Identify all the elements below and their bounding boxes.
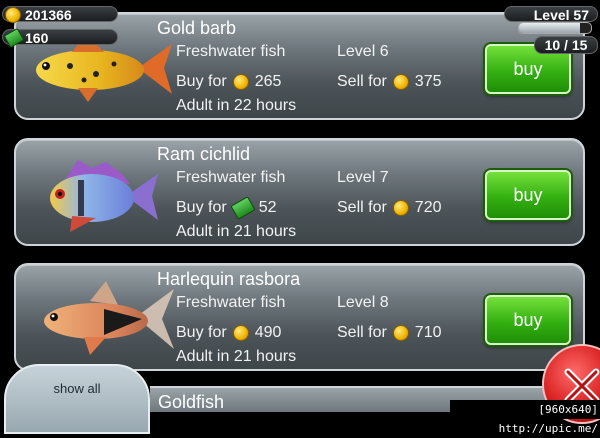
fish-card-ram-cichlid: Ram cichlid Freshwater fish Level 7 Buy … xyxy=(14,138,585,246)
coin-icon xyxy=(392,200,409,216)
buy-price: 490 xyxy=(254,324,282,341)
coin-icon xyxy=(5,7,21,23)
fish-level: Level 7 xyxy=(337,169,389,186)
sell-label: Sell for xyxy=(337,73,387,90)
sell-price-row: Sell for 710 xyxy=(337,324,442,342)
buy-price-row: Buy for 490 xyxy=(176,324,281,342)
fish-name: Gold barb xyxy=(157,18,237,38)
fish-name: Ram cichlid xyxy=(157,144,251,164)
fish-count-progress: 10 / 15 xyxy=(534,36,598,54)
show-all-label: show all xyxy=(53,381,101,396)
coin-icon xyxy=(392,325,409,341)
sell-price: 375 xyxy=(414,73,442,90)
fish-type: Freshwater fish xyxy=(176,43,286,60)
show-all-button[interactable]: show all xyxy=(4,364,150,434)
coin-icon xyxy=(232,325,249,341)
coins-value: 201366 xyxy=(25,7,72,23)
buy-price-row: Buy for 52 xyxy=(176,196,277,220)
fish-type: Freshwater fish xyxy=(176,169,286,186)
progress-value: 10 / 15 xyxy=(544,37,588,53)
sell-price-row: Sell for 375 xyxy=(337,73,442,91)
player-level: Level 57 xyxy=(504,6,598,23)
cash-counter: 160 xyxy=(2,27,118,49)
buy-price-row: Buy for 265 xyxy=(176,73,281,91)
adult-time: Adult in 21 hours xyxy=(176,223,297,240)
sell-price: 720 xyxy=(414,199,442,216)
xp-bar xyxy=(518,22,592,34)
buy-label: Buy for xyxy=(176,73,227,90)
adult-time: Adult in 22 hours xyxy=(176,97,297,114)
fish-name: Goldfish xyxy=(158,392,225,412)
fish-level: Level 6 xyxy=(337,43,389,60)
cash-value: 160 xyxy=(25,30,49,46)
buy-label: Buy for xyxy=(176,324,227,341)
buy-button[interactable]: buy xyxy=(485,170,571,220)
xp-bar-fill xyxy=(519,23,581,33)
buy-price: 52 xyxy=(258,199,277,216)
sell-price: 710 xyxy=(414,324,442,341)
sell-label: Sell for xyxy=(337,199,387,216)
adult-time: Adult in 21 hours xyxy=(176,348,297,365)
ram-cichlid-fish-icon xyxy=(50,160,158,232)
buy-label: Buy for xyxy=(176,199,227,216)
coin-icon xyxy=(392,74,409,90)
level-value: Level 57 xyxy=(533,7,589,23)
coins-counter: 201366 xyxy=(2,6,118,23)
harlequin-rasbora-fish-icon xyxy=(44,281,174,355)
fish-level: Level 8 xyxy=(337,294,389,311)
buy-price: 265 xyxy=(254,73,282,90)
fish-card-harlequin-rasbora: Harlequin rasbora Freshwater fish Level … xyxy=(14,263,585,371)
sell-label: Sell for xyxy=(337,324,387,341)
coin-icon xyxy=(232,74,249,90)
fish-type: Freshwater fish xyxy=(176,294,286,311)
fish-name: Harlequin rasbora xyxy=(157,269,301,289)
watermark: [960x640] http://upic.me/ xyxy=(450,400,600,435)
sell-price-row: Sell for 720 xyxy=(337,199,442,217)
buy-button[interactable]: buy xyxy=(485,295,571,345)
cash-icon xyxy=(230,196,256,220)
